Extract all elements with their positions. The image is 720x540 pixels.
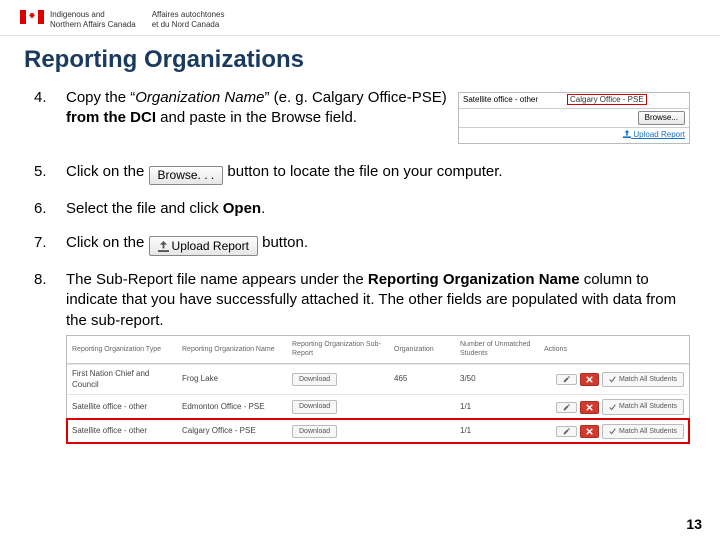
page-title: Reporting Organizations [0,36,720,88]
step-number: 6. [34,199,66,219]
download-button: Download [292,425,337,438]
step-5: 5. Click on the Browse. . . button to lo… [34,162,690,184]
step-4: 4. Satellite office - otherCalgary Offic… [34,88,690,144]
upload-link-mini: Upload Report [623,130,685,139]
results-table-screenshot: Reporting Organization Type Reporting Or… [66,335,690,444]
step-7: 7. Click on the Upload Report button. [34,233,690,256]
upload-report-button: Upload Report [149,236,258,256]
canada-flag-icon [20,10,44,24]
page-number: 13 [686,516,702,532]
download-button: Download [292,373,337,386]
step-number: 7. [34,233,66,253]
dept-name-en: Indigenous andNorthern Affairs Canada [50,10,136,31]
gov-header: Indigenous andNorthern Affairs Canada Af… [0,0,720,36]
match-all-button: Match All Students [602,372,684,387]
browse-button: Browse. . . [149,166,224,184]
match-all-button: Match All Students [602,424,684,439]
delete-button [580,401,599,414]
browse-screenshot: Satellite office - otherCalgary Office -… [458,92,690,144]
table-row: First Nation Chief and CouncilFrog LakeD… [67,364,689,395]
edit-button [556,426,577,437]
dept-name-fr: Affaires autochtoneset du Nord Canada [152,10,225,31]
table-row: Satellite office - otherCalgary Office -… [67,419,689,443]
maple-leaf-icon [28,12,36,22]
delete-button [580,373,599,386]
browse-button-mini: Browse... [638,111,685,126]
edit-button [556,374,577,385]
edit-button [556,402,577,413]
org-name-highlight: Calgary Office - PSE [567,94,647,105]
step-8: 8. The Sub-Report file name appears unde… [34,270,690,444]
step-number: 4. [34,88,66,108]
table-header: Reporting Organization Type Reporting Or… [67,336,689,364]
delete-button [580,425,599,438]
match-all-button: Match All Students [602,399,684,414]
table-row: Satellite office - otherEdmonton Office … [67,394,689,418]
step-number: 5. [34,162,66,182]
step-number: 8. [34,270,66,290]
upload-icon [158,241,169,252]
download-button: Download [292,400,337,413]
step-6: 6. Select the file and click Open. [34,199,690,219]
